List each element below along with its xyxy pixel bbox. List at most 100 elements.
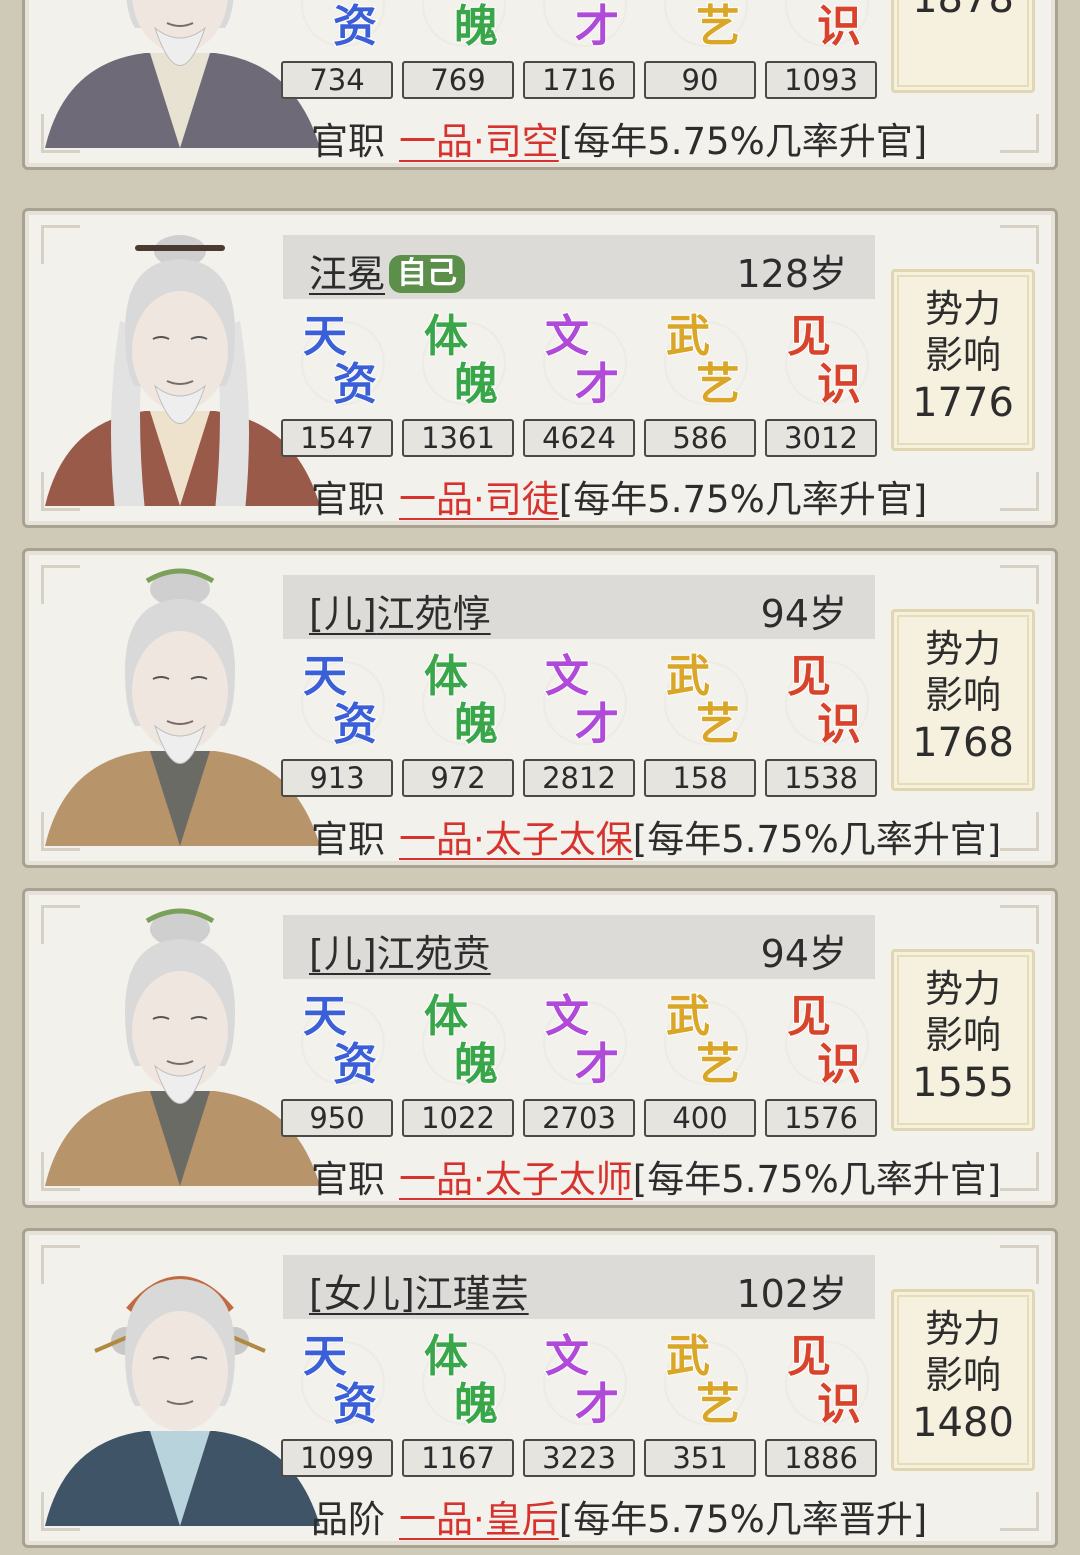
office-label: 官职 [311,1158,385,1201]
name-bar: [女儿]江瑾芸 102岁 [283,1255,875,1319]
influence-label-2: 影响 [924,1353,1001,1397]
stat-value: 1167 [402,1439,514,1477]
stat-value: 1093 [765,61,877,99]
stat-label-char-2: 才 [574,1,620,52]
stat-label-char-2: 资 [332,1379,378,1430]
stat-label-char-1: 天 [302,651,348,702]
promotion-chance: [每年5.75%几率升官] [632,1158,1002,1201]
influence-value: 1878 [894,0,1032,24]
attribute-stats: 天 资 913 体 魄 972 文 才 2812 武 艺 158 见 识 153… [281,647,881,797]
character-name-text: 江苑贲 [376,932,491,976]
stat-0: 天 资 1547 [281,307,393,457]
office-label: 官职 [311,818,385,861]
stat-value: 1022 [402,1099,514,1137]
stat-value: 1547 [281,419,393,457]
office-title-link[interactable]: 一品·司徒 [399,478,559,521]
stat-value: 4624 [523,419,635,457]
influence-box: 势力 影响 1768 [891,609,1035,791]
stat-label-char-2: 艺 [695,699,741,750]
stat-value: 1886 [765,1439,877,1477]
character-age: 128岁 [736,252,847,296]
character-name[interactable]: 汪冕 自己 [309,243,466,298]
stat-value: 1576 [765,1099,877,1137]
attribute-stats: 天 资 950 体 魄 1022 文 才 2703 武 艺 400 见 识 15… [281,987,881,1137]
stat-label-char-1: 体 [423,651,469,702]
stat-label-char-2: 魄 [453,1,499,52]
stat-4: 见 识 3012 [765,307,877,457]
influence-box: 势力 影响 1480 [891,1289,1035,1471]
stat-1: 体 魄 1022 [402,987,514,1137]
stat-label-char-1: 武 [665,991,711,1042]
office-label: 官职 [311,120,385,163]
promotion-chance: [每年5.75%几率升官] [632,818,1002,861]
frame-corner-ornament [1000,225,1039,264]
promotion-chance: [每年5.75%几率晋升] [558,1498,928,1541]
stat-value: 913 [281,759,393,797]
character-card[interactable]: 天 资 734 体 魄 769 文 才 1716 武 艺 90 见 [22,0,1058,170]
influence-label-1: 势力 [924,287,1001,331]
stat-value: 158 [644,759,756,797]
stat-value: 1716 [523,61,635,99]
stat-value: 1099 [281,1439,393,1477]
frame-corner-ornament [1000,1152,1039,1191]
stat-value: 769 [402,61,514,99]
stat-1: 体 魄 1167 [402,1327,514,1477]
stat-value: 734 [281,61,393,99]
office-label: 品阶 [311,1498,385,1541]
stat-0: 天 资 950 [281,987,393,1137]
stat-1: 体 魄 972 [402,647,514,797]
name-bar: [儿]江苑惇 94岁 [283,575,875,639]
stat-label-char-2: 魄 [453,1379,499,1430]
stat-label-char-1: 见 [786,1331,832,1382]
character-card[interactable]: [儿]江苑惇 94岁 天 资 913 体 魄 972 文 才 2812 武 艺 [22,548,1058,868]
stat-label-char-1: 天 [302,1331,348,1382]
frame-corner-ornament [1000,565,1039,604]
office-title-link[interactable]: 一品·太子太保 [399,818,633,861]
character-name-text: 汪冕 [309,252,386,296]
stat-label-char-1: 体 [423,991,469,1042]
stat-label-char-2: 艺 [695,1379,741,1430]
stat-value: 90 [644,61,756,99]
stat-value: 2703 [523,1099,635,1137]
stat-label-char-1: 文 [544,1331,590,1382]
office-title-link[interactable]: 一品·太子太师 [399,1158,633,1201]
stat-label-char-1: 体 [423,1331,469,1382]
stat-label-char-2: 资 [332,359,378,410]
stat-label-char-2: 识 [816,1379,862,1430]
stat-1: 体 魄 1361 [402,307,514,457]
stat-0: 天 资 1099 [281,1327,393,1477]
stat-label-char-1: 文 [544,311,590,362]
character-name[interactable]: [儿]江苑惇 [309,583,491,638]
stat-value: 400 [644,1099,756,1137]
stat-label-char-2: 识 [816,359,862,410]
stat-value: 1361 [402,419,514,457]
character-age: 102岁 [736,1272,847,1316]
office-title-link[interactable]: 一品·皇后 [399,1498,559,1541]
character-name[interactable]: [女儿]江瑾芸 [309,1263,529,1318]
office-title-link[interactable]: 一品·司空 [399,120,559,163]
promotion-chance: [每年5.75%几率升官] [558,120,928,163]
stat-3: 武 艺 158 [644,647,756,797]
stat-label-char-2: 资 [332,1039,378,1090]
name-bar: 汪冕 自己 128岁 [283,235,875,299]
stat-label-char-2: 才 [574,1039,620,1090]
attribute-stats: 天 资 734 体 魄 769 文 才 1716 武 艺 90 见 [281,0,881,99]
character-card[interactable]: [儿]江苑贲 94岁 天 资 950 体 魄 1022 文 才 2703 武 艺 [22,888,1058,1208]
influence-value: 1555 [912,1060,1014,1106]
stat-label-char-1: 体 [423,311,469,362]
character-card[interactable]: 汪冕 自己 128岁 天 资 1547 体 魄 1361 文 才 4624 武 艺 [22,208,1058,528]
self-badge: 自己 [389,255,466,293]
stat-0: 天 资 734 [281,0,393,99]
character-name[interactable]: [儿]江苑贲 [309,923,491,978]
stat-label-char-1: 天 [302,311,348,362]
character-card[interactable]: [女儿]江瑾芸 102岁 天 资 1099 体 魄 1167 文 才 3223 … [22,1228,1058,1548]
stat-label-char-1: 见 [786,311,832,362]
influence-value: 1480 [912,1400,1014,1446]
promotion-chance: [每年5.75%几率升官] [558,478,928,521]
stat-2: 文 才 1716 [523,0,635,99]
stat-label-char-2: 魄 [453,359,499,410]
stat-label-char-2: 魄 [453,1039,499,1090]
stat-3: 武 艺 586 [644,307,756,457]
office-row: 品阶 一品·皇后[每年5.75%几率晋升] [311,1489,927,1543]
stat-4: 见 识 1093 [765,0,877,99]
